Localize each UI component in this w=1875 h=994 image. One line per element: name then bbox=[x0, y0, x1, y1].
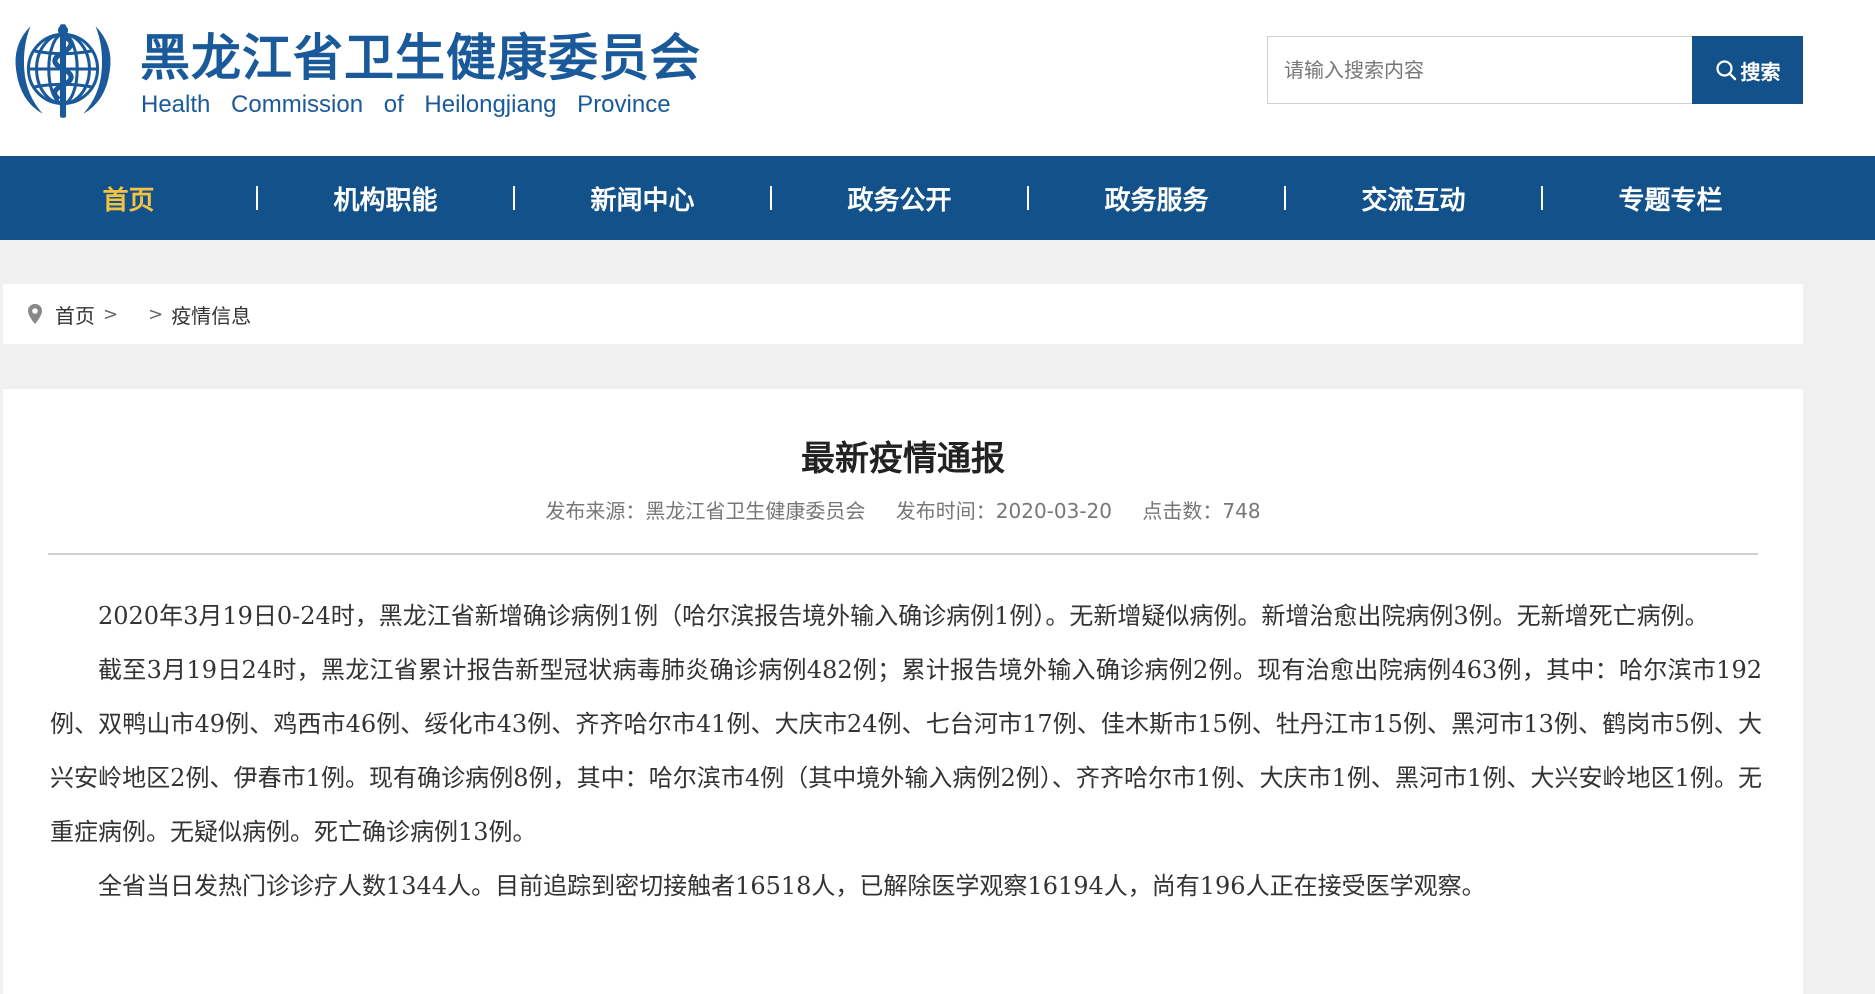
nav-item-home[interactable]: 首页 bbox=[0, 156, 258, 240]
article: 最新疫情通报 发布来源：黑龙江省卫生健康委员会 发布时间：2020-03-20 … bbox=[3, 389, 1803, 994]
breadcrumb-current[interactable]: 疫情信息 bbox=[171, 300, 251, 329]
nav-item-label: 机构职能 bbox=[333, 185, 438, 216]
main-nav: 首页 机构职能 新闻中心 政务公开 政务服务 交流互动 专题专栏 bbox=[0, 156, 1875, 240]
article-body: 2020年3月19日0-24时，黑龙江省新增确诊病例1例（哈尔滨报告境外输入确诊… bbox=[50, 589, 1762, 913]
nav-item-label: 新闻中心 bbox=[590, 185, 695, 216]
nav-item-government-services[interactable]: 政务服务 bbox=[1028, 156, 1286, 240]
article-click-count: 点击数：748 bbox=[1142, 499, 1261, 523]
nav-item-government-affairs[interactable]: 政务公开 bbox=[771, 156, 1029, 240]
search-button[interactable]: 搜索 bbox=[1692, 36, 1803, 104]
nav-item-label: 政务服务 bbox=[1104, 185, 1209, 216]
nav-item-label: 政务公开 bbox=[847, 185, 952, 216]
nav-item-label: 交流互动 bbox=[1361, 185, 1466, 216]
article-paragraph: 截至3月19日24时，黑龙江省累计报告新型冠状病毒肺炎确诊病例482例；累计报告… bbox=[50, 656, 1762, 846]
article-title: 最新疫情通报 bbox=[801, 439, 1005, 479]
site-title-cn[interactable]: 黑龙江省卫生健康委员会 bbox=[140, 28, 701, 88]
search-button-label: 搜索 bbox=[1740, 59, 1781, 84]
article-meta: 发布来源：黑龙江省卫生健康委员会 发布时间：2020-03-20 点击数：748 bbox=[3, 497, 1803, 525]
search-input[interactable] bbox=[1267, 36, 1693, 104]
breadcrumb-separator: > bbox=[103, 303, 119, 325]
nav-item-organization[interactable]: 机构职能 bbox=[257, 156, 515, 240]
article-divider bbox=[48, 553, 1758, 555]
breadcrumb: 首页 > > 疫情信息 bbox=[3, 284, 1803, 344]
nav-item-label: 专题专栏 bbox=[1618, 185, 1723, 216]
article-source: 发布来源：黑龙江省卫生健康委员会 bbox=[545, 499, 866, 523]
nav-item-interaction[interactable]: 交流互动 bbox=[1285, 156, 1543, 240]
who-emblem-icon[interactable] bbox=[2, 10, 124, 132]
site-header: 黑龙江省卫生健康委员会 Health Commission of Heilong… bbox=[0, 0, 1875, 156]
breadcrumb-separator: > bbox=[148, 303, 164, 325]
breadcrumb-home[interactable]: 首页 bbox=[55, 300, 95, 329]
nav-item-news[interactable]: 新闻中心 bbox=[514, 156, 772, 240]
article-publish-time: 发布时间：2020-03-20 bbox=[895, 499, 1113, 523]
site-title-en[interactable]: Health Commission of Heilongjiang Provin… bbox=[141, 90, 671, 120]
nav-item-label: 首页 bbox=[102, 185, 155, 216]
article-paragraph: 2020年3月19日0-24时，黑龙江省新增确诊病例1例（哈尔滨报告境外输入确诊… bbox=[98, 602, 1709, 630]
article-paragraph: 全省当日发热门诊诊疗人数1344人。目前追踪到密切接触者16518人，已解除医学… bbox=[98, 872, 1486, 900]
search-icon bbox=[1715, 60, 1736, 81]
nav-item-special-topics[interactable]: 专题专栏 bbox=[1542, 156, 1799, 240]
location-pin-icon bbox=[27, 303, 43, 325]
